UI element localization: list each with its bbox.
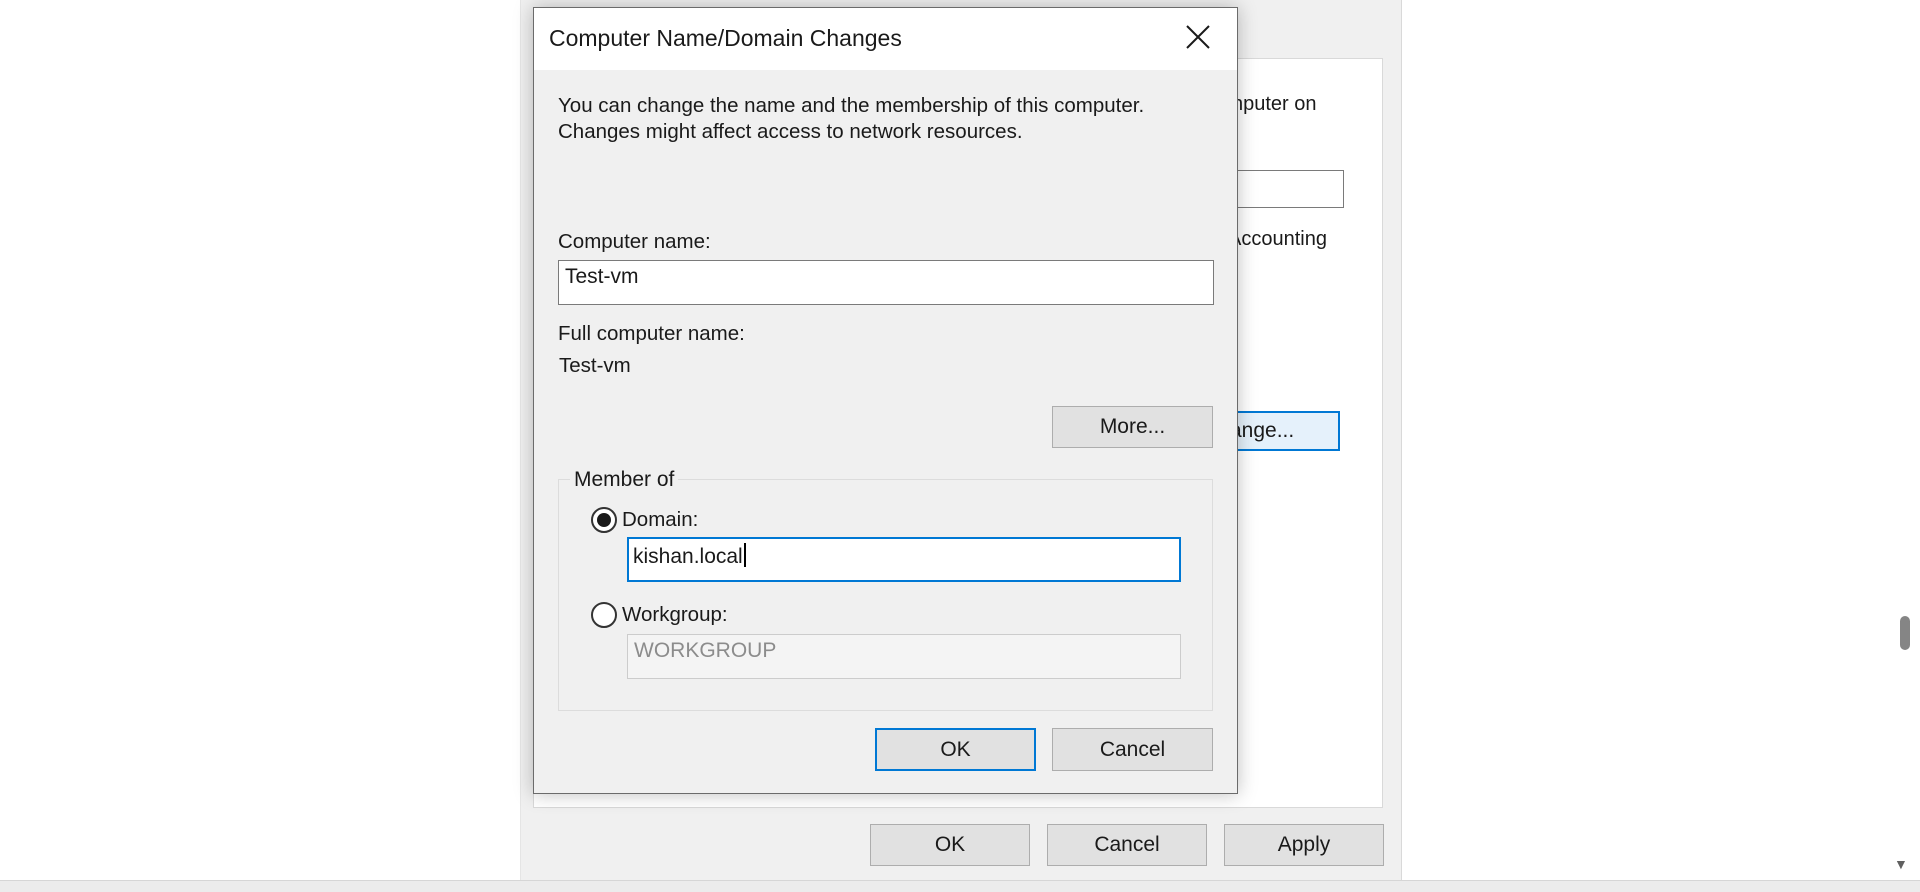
close-icon [1186,25,1210,49]
background-text-fragment: nputer on [1232,93,1317,115]
workgroup-radio[interactable] [591,602,617,628]
dialog-description-line2: Changes might affect access to network r… [558,120,1023,143]
full-computer-name-value: Test-vm [559,354,631,377]
radio-selected-indicator [597,513,611,527]
computer-name-label: Computer name: [558,230,711,253]
background-text-fragment: Accounting [1228,228,1327,250]
scrollbar-thumb[interactable] [1900,616,1910,650]
workgroup-input[interactable]: WORKGROUP [627,634,1181,679]
dialog-title: Computer Name/Domain Changes [549,25,902,51]
background-description-field[interactable] [1222,170,1344,208]
domain-radio[interactable] [591,507,617,533]
domain-label: Domain: [622,508,699,531]
close-button[interactable] [1174,18,1222,58]
computer-name-input[interactable]: Test-vm [558,260,1214,305]
system-properties-ok-button[interactable]: OK [870,824,1030,866]
dialog-description-line1: You can change the name and the membersh… [558,94,1145,117]
text-cursor [743,543,746,567]
workgroup-label: Workgroup: [622,603,728,626]
scroll-down-arrow-icon[interactable]: ▼ [1894,856,1908,872]
computer-name-dialog: Computer Name/Domain Changes You can cha… [533,7,1238,794]
more-button[interactable]: More... [1052,406,1213,448]
full-computer-name-label: Full computer name: [558,322,745,345]
domain-input[interactable]: kishan.local [627,537,1181,582]
bottom-edge-bar [0,880,1920,892]
system-properties-cancel-button[interactable]: Cancel [1047,824,1207,866]
member-of-legend: Member of [570,468,679,492]
domain-input-value: kishan.local [633,545,743,568]
dialog-ok-button[interactable]: OK [875,728,1036,771]
system-properties-apply-button[interactable]: Apply [1224,824,1384,866]
dialog-cancel-button[interactable]: Cancel [1052,728,1213,771]
